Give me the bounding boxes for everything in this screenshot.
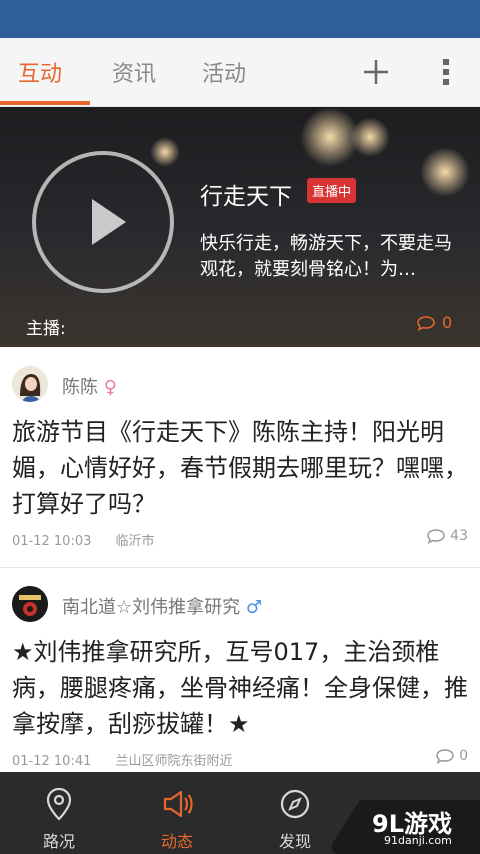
megaphone-icon <box>163 790 193 818</box>
comment-icon <box>417 315 435 331</box>
post-location: 临沂市 <box>115 534 155 549</box>
comment-number: 43 <box>450 528 468 544</box>
nav-label: 路况 <box>42 832 75 851</box>
tab-news[interactable]: 资讯 <box>112 56 156 88</box>
female-icon: ♀ <box>103 377 117 398</box>
post-comment-count[interactable]: 0 <box>435 748 468 764</box>
male-icon: ♂ <box>245 597 263 618</box>
host-label: 主播: <box>26 319 66 339</box>
banner-comment-count[interactable]: 0 <box>416 313 452 332</box>
post-content: ★刘伟推拿研究所，互号017，主治颈椎病，腰腿疼痛，坐骨神经痛！全身保健，推拿按… <box>12 638 468 738</box>
compass-icon <box>280 789 310 819</box>
post-time: 01-12 10:03 <box>12 534 92 549</box>
add-button[interactable] <box>356 52 396 92</box>
post-time: 01-12 10:41 <box>12 754 92 769</box>
author-name: 南北道☆刘伟推拿研究 <box>62 597 241 618</box>
live-badge: 直播中 <box>307 178 357 203</box>
street-light <box>420 147 470 197</box>
watermark-url: 91danji.com <box>384 834 452 847</box>
show-description: 快乐行走，畅游天下，不要走马观花，就要刻骨铭心！为… <box>200 233 452 280</box>
street-light <box>350 117 390 157</box>
plus-icon <box>364 60 388 84</box>
comment-icon <box>436 749 454 764</box>
post-location: 兰山区师院东街附近 <box>115 754 233 769</box>
shop-logo-icon <box>12 586 48 622</box>
live-show-banner[interactable]: 行走天下 直播中 快乐行走，畅游天下，不要走马观花，就要刻骨铭心！为… 主播: … <box>0 107 480 347</box>
location-pin-icon <box>46 787 72 821</box>
tab-activities[interactable]: 活动 <box>202 56 246 88</box>
avatar[interactable] <box>12 586 48 622</box>
status-bar <box>0 0 480 38</box>
post-meta: 01-12 10:03 临沂市 <box>12 530 175 549</box>
site-watermark: 9L游戏 91danji.com <box>330 800 480 854</box>
nav-dynamic[interactable]: 动态 <box>118 772 236 854</box>
post-content: 旅游节目《行走天下》陈陈主持！阳光明媚，心情好好，春节假期去哪里玩？嘿嘿，打算好… <box>12 418 468 518</box>
more-menu-button[interactable] <box>426 52 466 92</box>
tab-interaction[interactable]: 互动 <box>18 56 62 88</box>
author-name: 陈陈 <box>62 377 98 398</box>
more-vertical-icon <box>443 59 449 85</box>
post-author[interactable]: 南北道☆刘伟推拿研究 ♂ <box>62 593 262 619</box>
play-icon <box>92 199 126 245</box>
top-tab-bar: 互动 资讯 活动 <box>0 38 480 107</box>
show-title: 行走天下 <box>200 184 292 210</box>
play-button[interactable] <box>32 151 174 293</box>
active-tab-indicator <box>0 101 90 105</box>
user-avatar-icon <box>12 366 48 402</box>
comment-icon <box>427 529 445 544</box>
post-author[interactable]: 陈陈 ♀ <box>62 373 117 399</box>
comment-number: 0 <box>459 748 468 764</box>
post-item[interactable]: 南北道☆刘伟推拿研究 ♂ ★刘伟推拿研究所，互号017，主治颈椎病，腰腿疼痛，坐… <box>0 568 480 772</box>
post-meta: 01-12 10:41 兰山区师院东街附近 <box>12 750 253 769</box>
nav-label: 动态 <box>160 832 193 851</box>
avatar[interactable] <box>12 366 48 402</box>
nav-traffic[interactable]: 路况 <box>0 772 118 854</box>
banner-comment-number: 0 <box>442 313 453 332</box>
post-comment-count[interactable]: 43 <box>426 528 468 544</box>
post-item[interactable]: 陈陈 ♀ 旅游节目《行走天下》陈陈主持！阳光明媚，心情好好，春节假期去哪里玩？嘿… <box>0 348 480 567</box>
